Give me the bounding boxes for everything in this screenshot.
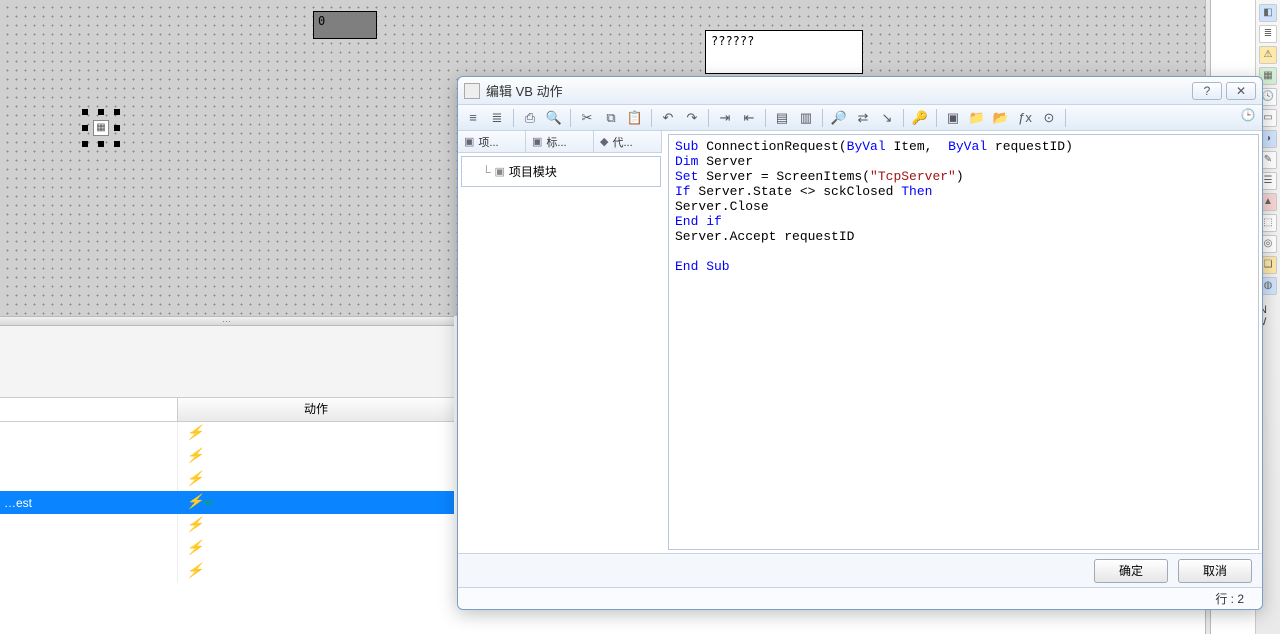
resize-handle[interactable]	[114, 141, 120, 147]
tab-tags[interactable]: ▣ 标...	[526, 131, 594, 152]
event-row[interactable]: ⚡	[0, 537, 454, 560]
bolt-icon: ⚡	[186, 425, 203, 442]
uncomment-icon[interactable]: ▥	[795, 108, 817, 128]
replace-icon[interactable]: ⇄	[852, 108, 874, 128]
resize-handle[interactable]	[82, 109, 88, 115]
print-icon[interactable]: ⎙	[519, 108, 541, 128]
copy-icon[interactable]: ⧉	[600, 108, 622, 128]
event-row[interactable]: ⚡	[0, 445, 454, 468]
indent-icon[interactable]: ⇥	[714, 108, 736, 128]
bolt-icon: ⚡	[186, 448, 203, 465]
line-indicator: 行 : 2	[1215, 590, 1244, 607]
undo-icon[interactable]: ↶	[657, 108, 679, 128]
new-folder-icon[interactable]: 📂	[990, 108, 1012, 128]
dialog-titlebar[interactable]: 编辑 VB 动作 ? ✕	[458, 77, 1262, 105]
align-left-icon[interactable]: ≡	[462, 108, 484, 128]
find-icon[interactable]: 🔎	[828, 108, 850, 128]
bolt-icon: ⚡	[186, 494, 203, 511]
events-panel: 动作 ⚡ ⚡ ⚡ …est ⚡vs ⚡ ⚡ ⚡	[0, 398, 454, 634]
editor-toolbar: ≡ ≣ ⎙ 🔍 ✂ ⧉ 📋 ↶ ↷ ⇥ ⇤ ▤ ▥ 🔎 ⇄ ↘ 🔑 ▣ 📁 📂 …	[458, 105, 1262, 131]
event-row[interactable]: ⚡	[0, 514, 454, 537]
event-label: …est	[4, 496, 32, 510]
object-icon: ▦	[93, 120, 109, 136]
resize-handle[interactable]	[82, 125, 88, 131]
tab-label: 代...	[612, 134, 632, 150]
event-row[interactable]: ⚡	[0, 560, 454, 583]
tab-code[interactable]: ◆ 代...	[594, 131, 662, 152]
paste-icon[interactable]: 📋	[624, 108, 646, 128]
comment-icon[interactable]: ▤	[771, 108, 793, 128]
splitter-horizontal[interactable]: ⋯	[0, 316, 454, 326]
tab-icon: ▣	[464, 135, 474, 148]
module-icon[interactable]: ▣	[942, 108, 964, 128]
selected-object[interactable]: ▦	[85, 112, 117, 144]
resize-handle[interactable]	[98, 141, 104, 147]
tree-item-root[interactable]: └ ▣ 项目模块	[468, 161, 654, 182]
middle-blank	[0, 326, 454, 398]
align-right-icon[interactable]: ≣	[486, 108, 508, 128]
tab-project[interactable]: ▣ 项...	[458, 131, 526, 152]
tab-label: 标...	[546, 134, 566, 150]
func-icon[interactable]: ƒx	[1014, 108, 1036, 128]
vbs-tag: vs	[204, 498, 213, 507]
gray-field[interactable]: 0	[313, 11, 377, 39]
clock-icon[interactable]: 🕒	[1238, 108, 1258, 128]
dialog-footer: 确定 取消	[458, 553, 1262, 587]
cancel-button[interactable]: 取消	[1178, 559, 1252, 583]
redo-icon[interactable]: ↷	[681, 108, 703, 128]
folder-icon[interactable]: 📁	[966, 108, 988, 128]
outdent-icon[interactable]: ⇤	[738, 108, 760, 128]
tab-icon: ◆	[600, 135, 608, 148]
cut-icon[interactable]: ✂	[576, 108, 598, 128]
tool-icon[interactable]: ≣	[1259, 25, 1277, 43]
tree-connector: └	[482, 165, 491, 179]
tree-label: 项目模块	[509, 163, 557, 180]
tool-icon[interactable]: ⚠	[1259, 46, 1277, 64]
events-header: 动作	[0, 398, 454, 422]
resize-handle[interactable]	[82, 141, 88, 147]
app-icon	[464, 83, 480, 99]
compass-icon[interactable]: ⊙	[1038, 108, 1060, 128]
bolt-icon: ⚡	[186, 563, 203, 580]
event-row-selected[interactable]: …est ⚡vs	[0, 491, 454, 514]
white-field[interactable]: ??????	[705, 30, 863, 74]
tool-icon[interactable]: ◧	[1259, 4, 1277, 22]
bolt-icon: ⚡	[186, 517, 203, 534]
resize-handle[interactable]	[114, 125, 120, 131]
action-column-header: 动作	[178, 398, 454, 421]
tab-icon: ▣	[532, 135, 542, 148]
tab-label: 项...	[478, 134, 498, 150]
key-icon[interactable]: 🔑	[909, 108, 931, 128]
dialog-body: ▣ 项... ▣ 标... ◆ 代... └ ▣ 项目模块 Sub Connectio…	[458, 131, 1262, 553]
goto-icon[interactable]: ↘	[876, 108, 898, 128]
help-button[interactable]: ?	[1192, 82, 1222, 100]
status-bar: 行 : 2	[458, 587, 1262, 609]
preview-icon[interactable]: 🔍	[543, 108, 565, 128]
event-row[interactable]: ⚡	[0, 422, 454, 445]
resize-handle[interactable]	[114, 109, 120, 115]
left-tabs: ▣ 项... ▣ 标... ◆ 代...	[458, 131, 662, 153]
bolt-icon: ⚡	[186, 540, 203, 557]
project-tree[interactable]: └ ▣ 项目模块	[461, 156, 661, 187]
module-icon: ▣	[495, 165, 505, 178]
close-button[interactable]: ✕	[1226, 82, 1256, 100]
bolt-icon: ⚡	[186, 471, 203, 488]
resize-handle[interactable]	[98, 109, 104, 115]
ok-button[interactable]: 确定	[1094, 559, 1168, 583]
event-row[interactable]: ⚡	[0, 468, 454, 491]
vb-editor-dialog: 编辑 VB 动作 ? ✕ ≡ ≣ ⎙ 🔍 ✂ ⧉ 📋 ↶ ↷ ⇥ ⇤ ▤ ▥ 🔎…	[457, 76, 1263, 610]
dialog-title: 编辑 VB 动作	[486, 81, 1188, 100]
code-editor[interactable]: Sub ConnectionRequest(ByVal Item, ByVal …	[668, 134, 1259, 550]
